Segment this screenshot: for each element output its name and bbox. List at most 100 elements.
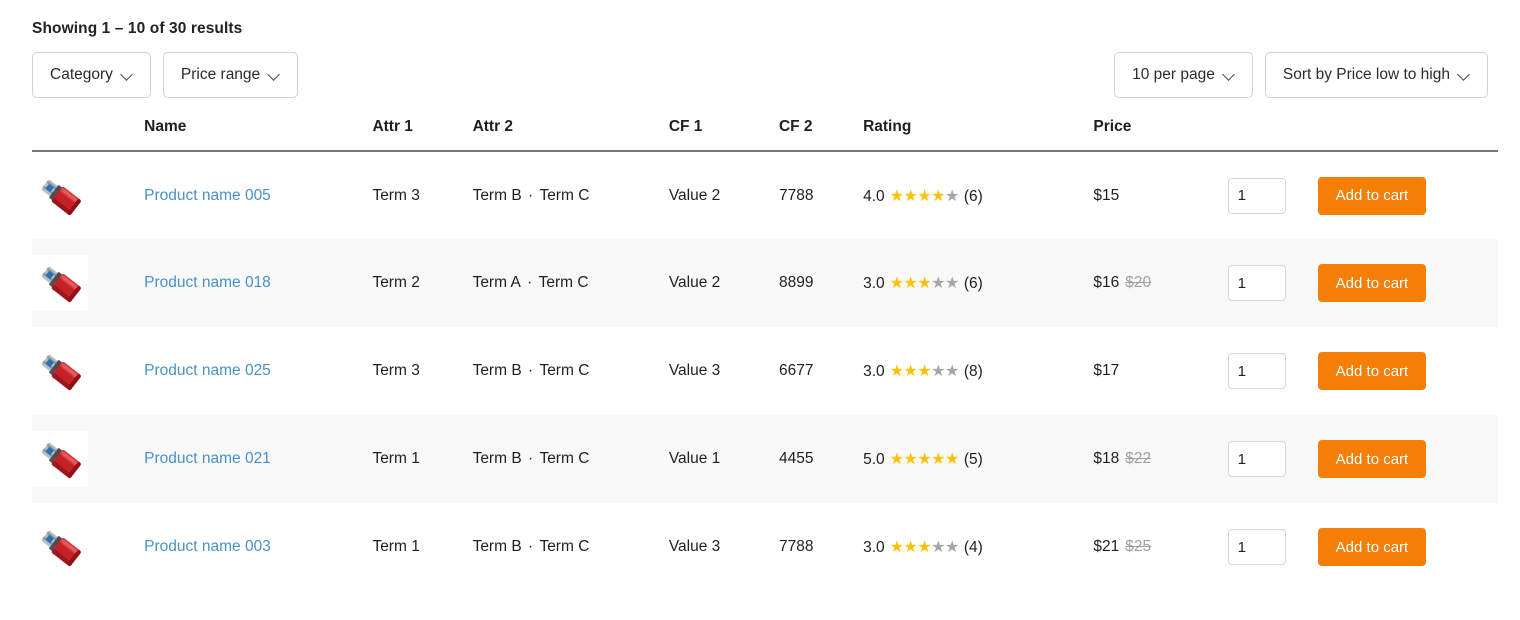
product-cf2-cell: 4455	[778, 450, 814, 467]
current-price: $16	[1093, 274, 1120, 291]
product-table-container: Name Attr 1 Attr 2 CF 1 CF 2 Rating Pric…	[32, 112, 1498, 591]
per-page-label: 10 per page	[1132, 66, 1215, 84]
product-rating-cell: 3.0 ★★★★★ (4)	[863, 503, 1093, 591]
rating-value: 4.0	[863, 187, 885, 205]
product-cart-cell: Add to cart	[1317, 415, 1498, 503]
product-attr2-cell: Term B · Term C	[472, 362, 590, 379]
star-icon: ★	[931, 275, 946, 292]
product-cf1-cell: Value 1	[668, 450, 721, 467]
product-thumbnail[interactable]	[32, 519, 88, 575]
product-cf1-cell: Value 3	[668, 362, 721, 379]
per-page-dropdown[interactable]: 10 per page	[1114, 52, 1253, 98]
product-price-cell: $16 $20	[1093, 239, 1227, 327]
product-thumbnail[interactable]	[32, 255, 88, 311]
chevron-down-icon	[1459, 69, 1470, 80]
category-filter-label: Category	[50, 66, 113, 84]
filter-toolbar: Category Price range 10 per page Sort by…	[32, 52, 1488, 98]
add-to-cart-button[interactable]: Add to cart	[1317, 176, 1427, 215]
product-image-cell	[32, 151, 144, 239]
table-header-row: Name Attr 1 Attr 2 CF 1 CF 2 Rating Pric…	[32, 112, 1498, 152]
rating-count: (5)	[963, 451, 983, 468]
product-name-cell: Product name 025	[144, 327, 372, 415]
original-price: $20	[1125, 274, 1152, 291]
star-icon: ★	[889, 187, 904, 205]
star-icon: ★	[917, 363, 932, 380]
column-header-image	[32, 112, 145, 152]
star-icon: ★	[903, 451, 918, 468]
category-filter-dropdown[interactable]: Category	[32, 52, 151, 98]
star-icon: ★	[945, 539, 959, 556]
product-thumbnail[interactable]	[32, 431, 88, 487]
quantity-input[interactable]	[1227, 441, 1286, 477]
product-quantity-cell	[1227, 503, 1318, 591]
product-cf2-cell: 7788	[778, 538, 814, 555]
quantity-input[interactable]	[1227, 529, 1286, 565]
quantity-input[interactable]	[1227, 265, 1286, 301]
add-to-cart-button[interactable]: Add to cart	[1317, 264, 1427, 302]
star-icon: ★	[889, 275, 904, 292]
product-attr1-cell: Term 3	[372, 186, 420, 204]
star-icon: ★	[931, 187, 946, 205]
product-rating-cell: 3.0 ★★★★★ (6)	[863, 239, 1093, 327]
original-price: $22	[1125, 450, 1152, 467]
product-attr2-cell: Term B · Term C	[472, 538, 590, 555]
column-header-attr2: Attr 2	[472, 112, 669, 152]
product-price-cell: $18 $22	[1093, 415, 1227, 503]
rating-stars: ★★★★★	[889, 275, 960, 292]
table-row: Product name 021 Term 1 Term B · Term C Val…	[32, 415, 1498, 503]
product-name-link[interactable]: Product name 025	[144, 362, 271, 379]
star-icon: ★	[917, 539, 932, 556]
chevron-down-icon	[269, 69, 280, 80]
column-header-attr1: Attr 1	[372, 112, 473, 152]
current-price: $15	[1093, 186, 1120, 204]
add-to-cart-button[interactable]: Add to cart	[1317, 440, 1427, 478]
product-thumbnail[interactable]	[32, 167, 88, 224]
table-row: Product name 018 Term 2 Term A · Term C Val…	[32, 239, 1498, 327]
product-cf1-cell: Value 3	[668, 538, 721, 555]
product-name-link[interactable]: Product name 021	[144, 450, 271, 467]
current-price: $17	[1093, 362, 1120, 379]
price-range-filter-dropdown[interactable]: Price range	[162, 52, 299, 98]
star-icon: ★	[917, 451, 932, 468]
rating-count: (6)	[963, 187, 983, 205]
usb-drive-image	[32, 519, 88, 575]
star-icon: ★	[945, 187, 959, 205]
rating-value: 3.0	[863, 275, 885, 292]
product-attr1-cell: Term 3	[372, 362, 420, 379]
product-name-link[interactable]: Product name 018	[144, 274, 271, 291]
attr-separator: ·	[523, 450, 538, 467]
product-quantity-cell	[1227, 415, 1318, 503]
product-name-link[interactable]: Product name 005	[144, 187, 271, 204]
chevron-down-icon	[122, 69, 133, 80]
rating-value: 5.0	[863, 451, 885, 468]
product-rating-cell: 5.0 ★★★★★ (5)	[863, 415, 1093, 503]
add-to-cart-button[interactable]: Add to cart	[1317, 352, 1427, 390]
star-icon: ★	[945, 451, 959, 468]
product-name-link[interactable]: Product name 003	[144, 538, 271, 555]
quantity-input[interactable]	[1227, 353, 1286, 389]
product-rating-cell: 4.0 ★★★★★ (6)	[863, 151, 1093, 239]
product-price-cell: $21 $25	[1093, 503, 1227, 591]
product-thumbnail[interactable]	[32, 343, 88, 399]
product-quantity-cell	[1227, 151, 1318, 239]
product-table-head: Name Attr 1 Attr 2 CF 1 CF 2 Rating Pric…	[32, 112, 1498, 152]
quantity-input[interactable]	[1227, 177, 1286, 214]
rating-count: (8)	[963, 363, 983, 380]
add-to-cart-button[interactable]: Add to cart	[1317, 528, 1427, 566]
rating-value: 3.0	[863, 363, 885, 380]
results-summary: Showing 1 – 10 of 30 results	[32, 20, 243, 37]
product-attr2-cell: Term B · Term C	[472, 186, 590, 204]
product-image-cell	[32, 327, 144, 415]
rating-count: (6)	[963, 275, 983, 292]
sort-by-dropdown[interactable]: Sort by Price low to high	[1264, 52, 1488, 98]
price-range-filter-label: Price range	[180, 66, 261, 84]
star-icon: ★	[945, 363, 959, 380]
product-attr1-cell: Term 1	[372, 450, 420, 467]
product-cf2-cell: 8899	[778, 274, 814, 291]
column-header-quantity	[1227, 112, 1318, 152]
product-cf2-cell: 6677	[778, 362, 814, 379]
attr-separator: ·	[522, 274, 537, 291]
product-table-body: Product name 005 Term 3 Term B · Term C Val…	[32, 151, 1498, 591]
star-icon: ★	[931, 451, 946, 468]
star-icon: ★	[931, 363, 946, 380]
